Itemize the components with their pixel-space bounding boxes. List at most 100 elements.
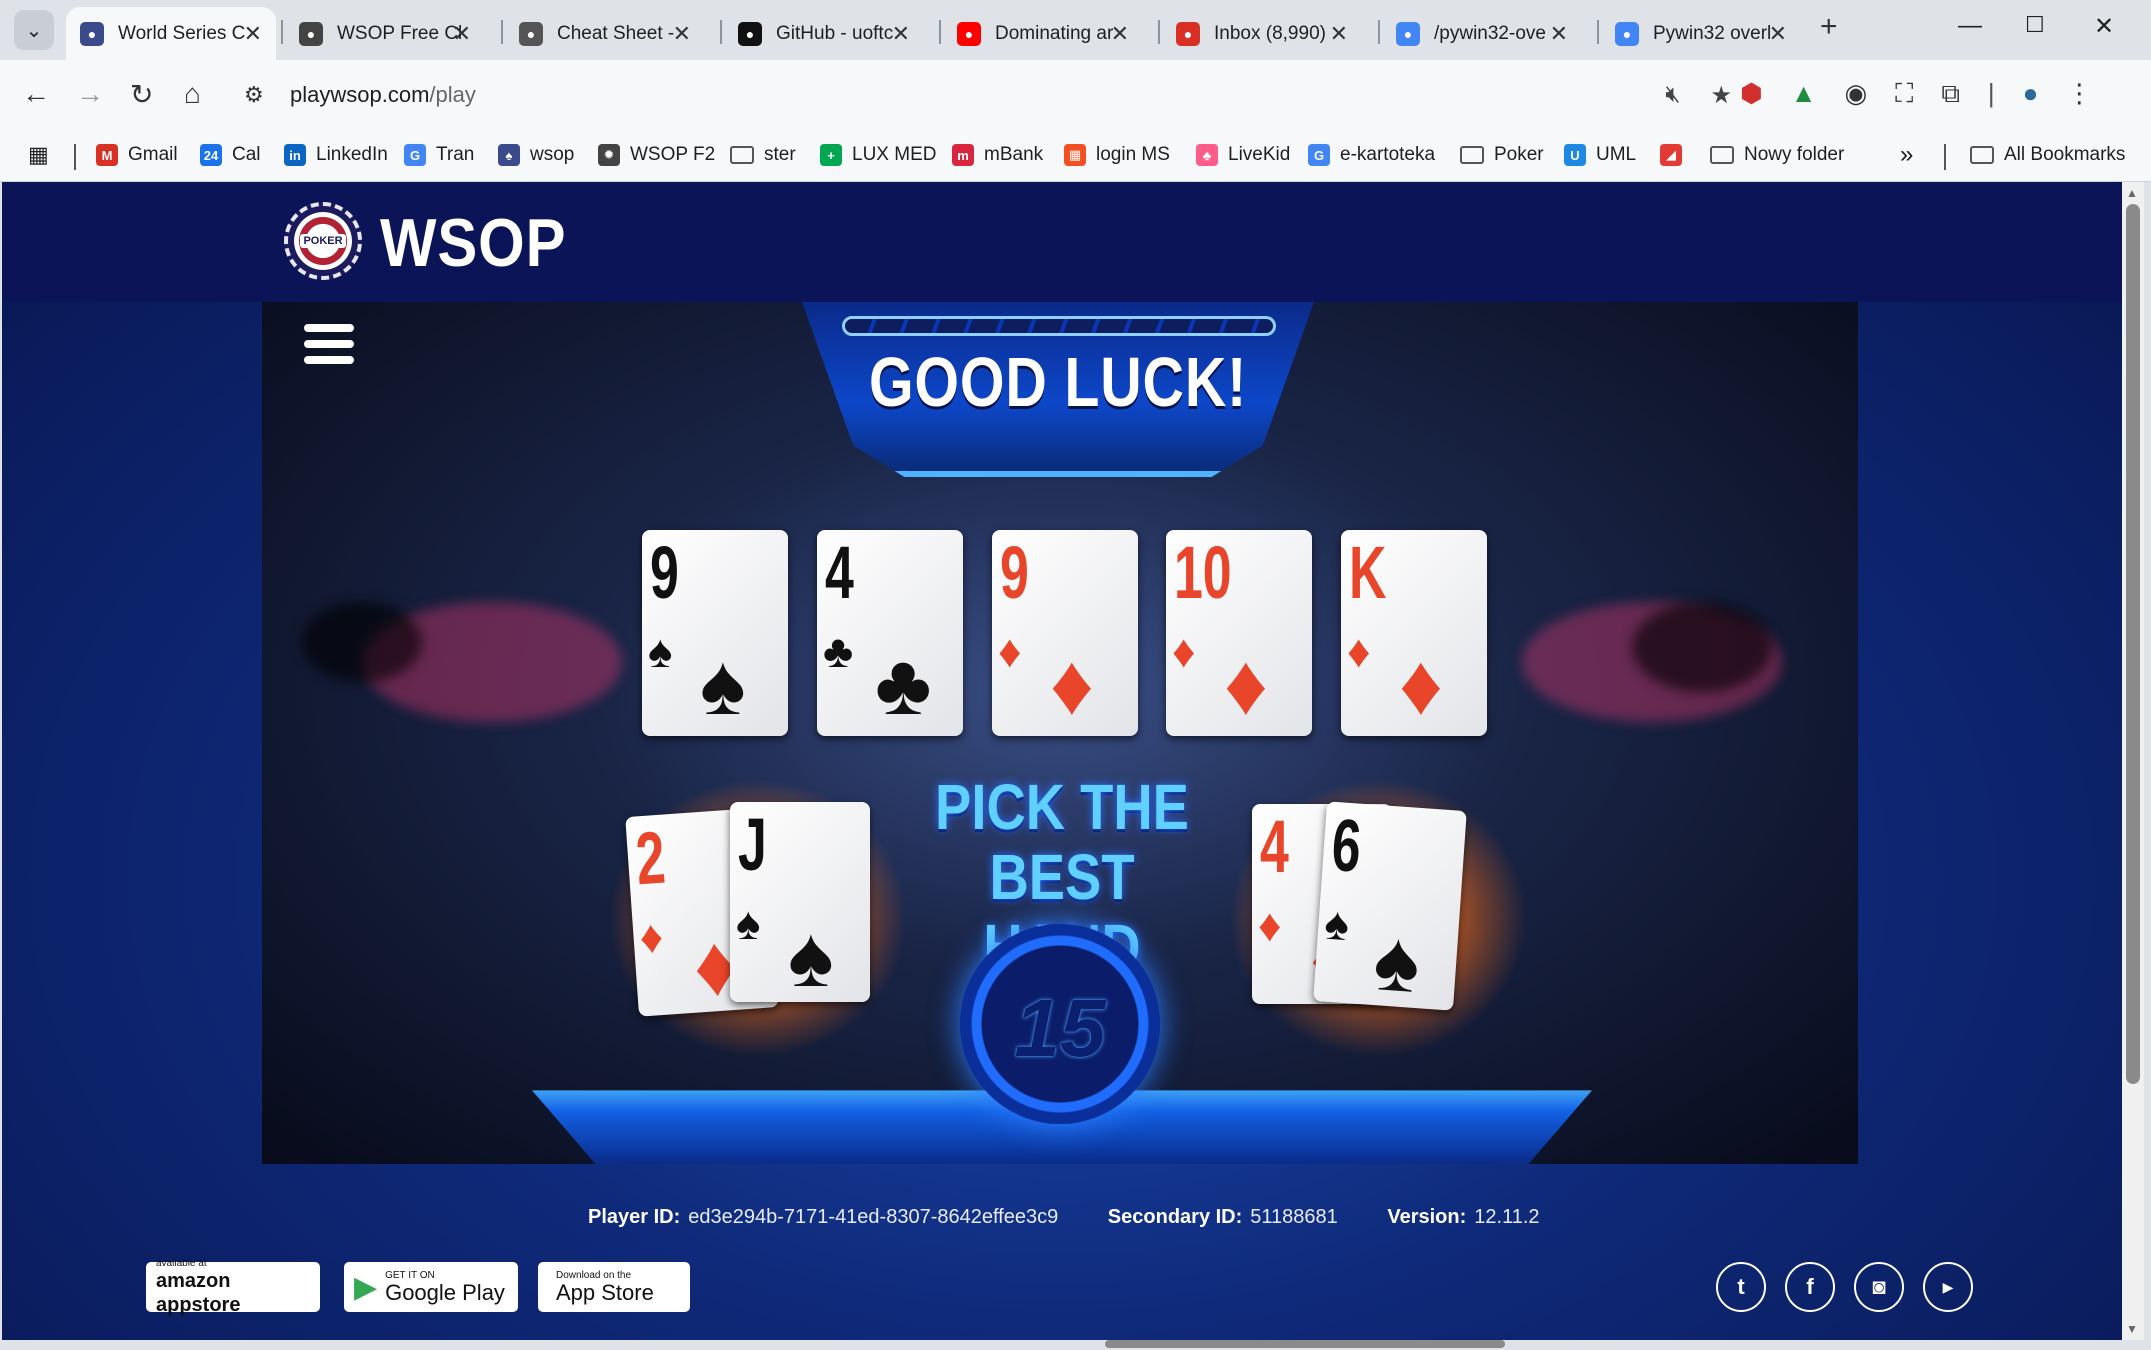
all-bookmarks-button[interactable]: All Bookmarks: [1970, 140, 2125, 170]
profile-avatar[interactable]: ●: [2023, 78, 2039, 110]
browser-tab[interactable]: ● Dominating ar ✕: [943, 7, 1143, 60]
amazon-appstore-button[interactable]: available at amazon appstore: [146, 1258, 320, 1316]
right-hand-option[interactable]: 4♦♦6♠♠: [1228, 778, 1528, 1058]
bookmark-label: wsop: [530, 144, 575, 165]
bookmark-item[interactable]: U UML: [1564, 140, 1636, 170]
bookmark-label: LUX MED: [852, 144, 937, 165]
forward-button[interactable]: →: [76, 78, 104, 110]
close-tab-icon[interactable]: ✕: [673, 21, 691, 47]
bookmark-item[interactable]: ✹ WSOP F2: [598, 140, 715, 170]
browser-tab[interactable]: ● Pywin32 overl ✕: [1601, 7, 1801, 60]
bookmark-favicon-icon: ♠: [498, 144, 520, 166]
game-menu-button[interactable]: [304, 324, 354, 364]
google-play-button[interactable]: ▶ GET IT ON Google Play: [344, 1262, 518, 1312]
google-icon: ●: [1615, 21, 1639, 46]
game-canvas[interactable]: GOOD LUCK! 9♠♠4♣♣9♦♦10♦♦K♦♦ 2♦♦J♠♠ 4♦♦6♠…: [262, 302, 1858, 1164]
wsop-logo[interactable]: WSOP: [380, 204, 566, 282]
bookmark-label: Tran: [436, 144, 475, 165]
bookmark-folder[interactable]: Nowy folder: [1710, 140, 1844, 170]
browser-tab[interactable]: ● World Series C ✕: [66, 7, 276, 60]
site-info-icon[interactable]: ⚙: [244, 82, 264, 108]
left-hand-option[interactable]: 2 ♦ ♦ J ♠ ♠: [608, 778, 908, 1058]
browser-tab[interactable]: ● GitHub - uoftc ✕: [724, 7, 924, 60]
horizontal-scrollbar-thumb[interactable]: [1105, 1340, 1505, 1348]
home-button[interactable]: ⌂: [184, 78, 201, 110]
bookmark-item[interactable]: m mBank: [952, 140, 1043, 170]
card-suit-large-icon: ♠: [700, 637, 746, 733]
bookmark-favicon-icon: 24: [200, 144, 222, 166]
drive-extension-icon[interactable]: ▲: [1791, 78, 1817, 110]
close-tab-icon[interactable]: ✕: [1769, 21, 1787, 47]
scroll-down-arrow[interactable]: ▼: [2126, 1322, 2138, 1336]
scrollbar-thumb[interactable]: [2126, 204, 2140, 1084]
vertical-scrollbar[interactable]: ▲ ▼: [2122, 182, 2144, 1340]
close-tab-icon[interactable]: ✕: [453, 21, 471, 47]
reload-button[interactable]: ↻: [130, 78, 153, 111]
tab-search-button[interactable]: ⌄: [14, 10, 54, 50]
youtube-icon[interactable]: ▶: [1923, 1262, 1973, 1312]
close-window-button[interactable]: ✕: [2094, 12, 2114, 41]
sheet-icon: ●: [519, 21, 543, 46]
bookmark-folder[interactable]: Poker: [1460, 140, 1544, 170]
close-tab-icon[interactable]: ✕: [1550, 21, 1568, 47]
bookmark-label: LinkedIn: [316, 144, 388, 165]
muted-tab-icon[interactable]: 🔇︎: [1665, 81, 1680, 110]
browser-tab[interactable]: ● WSOP Free Cl ✕: [285, 7, 485, 60]
browser-tab[interactable]: ● Inbox (8,990) ✕: [1162, 7, 1362, 60]
bookmark-favicon-icon: U: [1564, 144, 1586, 166]
browser-tab[interactable]: ● /pywin32-ove ✕: [1382, 7, 1582, 60]
extension-icon[interactable]: ◉: [1844, 78, 1867, 110]
url-text[interactable]: playwsop.com/play: [290, 82, 476, 108]
extensions-puzzle-icon[interactable]: ⧉: [1941, 78, 1960, 110]
bookmark-label: LiveKid: [1228, 144, 1291, 165]
banner-progress-strip: [842, 316, 1276, 336]
poker-chip-logo[interactable]: POKER: [284, 202, 362, 280]
card-rank: 9: [1000, 531, 1029, 614]
more-bookmarks-button[interactable]: »: [1900, 140, 1913, 170]
card-suit-small-icon: ♠: [1322, 896, 1351, 951]
tab-title: Pywin32 overl: [1653, 22, 1772, 44]
bookmark-item[interactable]: ♣ LiveKid: [1196, 140, 1290, 170]
site-header: POKER WSOP: [2, 182, 2122, 302]
instagram-icon[interactable]: ◙: [1854, 1262, 1904, 1312]
bookmark-item[interactable]: + LUX MED: [820, 140, 936, 170]
browser-tab[interactable]: ● Cheat Sheet - ✕: [505, 7, 705, 60]
adblock-extension-icon[interactable]: ⬢: [1740, 78, 1763, 110]
card-suit-large-icon: ♦: [1224, 637, 1268, 733]
back-button[interactable]: ←: [22, 78, 50, 110]
bookmark-item[interactable]: G Tran: [404, 140, 474, 170]
bookmark-item[interactable]: 24 Cal: [200, 140, 261, 170]
bookmark-label: mBank: [984, 144, 1044, 165]
minimize-button[interactable]: —: [1958, 12, 1982, 40]
tab-title: Cheat Sheet -: [557, 22, 675, 44]
close-tab-icon[interactable]: ✕: [1330, 21, 1348, 47]
bookmark-item[interactable]: Ge-kartoteka: [1308, 140, 1435, 170]
bookmark-item[interactable]: ▦ login MS: [1064, 140, 1170, 170]
bookmark-item[interactable]: in LinkedIn: [284, 140, 388, 170]
close-tab-icon[interactable]: ✕: [892, 21, 910, 47]
facebook-icon[interactable]: f: [1785, 1262, 1835, 1312]
twitter-icon[interactable]: t: [1716, 1262, 1766, 1312]
card-rank: 4: [1260, 805, 1289, 888]
bookmark-folder[interactable]: ster: [730, 140, 796, 170]
bookmark-star-icon[interactable]: ★: [1710, 81, 1732, 110]
close-tab-icon[interactable]: ✕: [1111, 21, 1129, 47]
maximize-button[interactable]: ☐: [2025, 12, 2045, 38]
bookmark-favicon-icon: ✹: [598, 144, 620, 166]
tab-title: Dominating ar: [995, 22, 1114, 44]
countdown-timer: 15: [960, 924, 1160, 1124]
scroll-up-arrow[interactable]: ▲: [2126, 186, 2138, 200]
bookmark-item[interactable]: ♠ wsop: [498, 140, 574, 170]
bookmark-item[interactable]: M Gmail: [96, 140, 178, 170]
address-bar[interactable]: ⚙ playwsop.com/play 🔇︎ ★: [232, 70, 1752, 120]
screenshot-extension-icon[interactable]: ⛶: [1895, 78, 1913, 110]
bookmark-item[interactable]: ◢: [1660, 140, 1692, 170]
menu-kebab-icon[interactable]: ⋮: [2066, 78, 2092, 110]
card-suit-small-icon: ♣: [823, 625, 854, 677]
card-rank: 4: [825, 531, 854, 614]
app-store-button[interactable]: Download on the App Store: [538, 1262, 690, 1312]
close-tab-icon[interactable]: ✕: [244, 21, 262, 47]
stage-screen: [1632, 602, 1772, 692]
new-tab-button[interactable]: +: [1820, 10, 1838, 44]
apps-grid-icon[interactable]: ▦: [28, 140, 49, 170]
